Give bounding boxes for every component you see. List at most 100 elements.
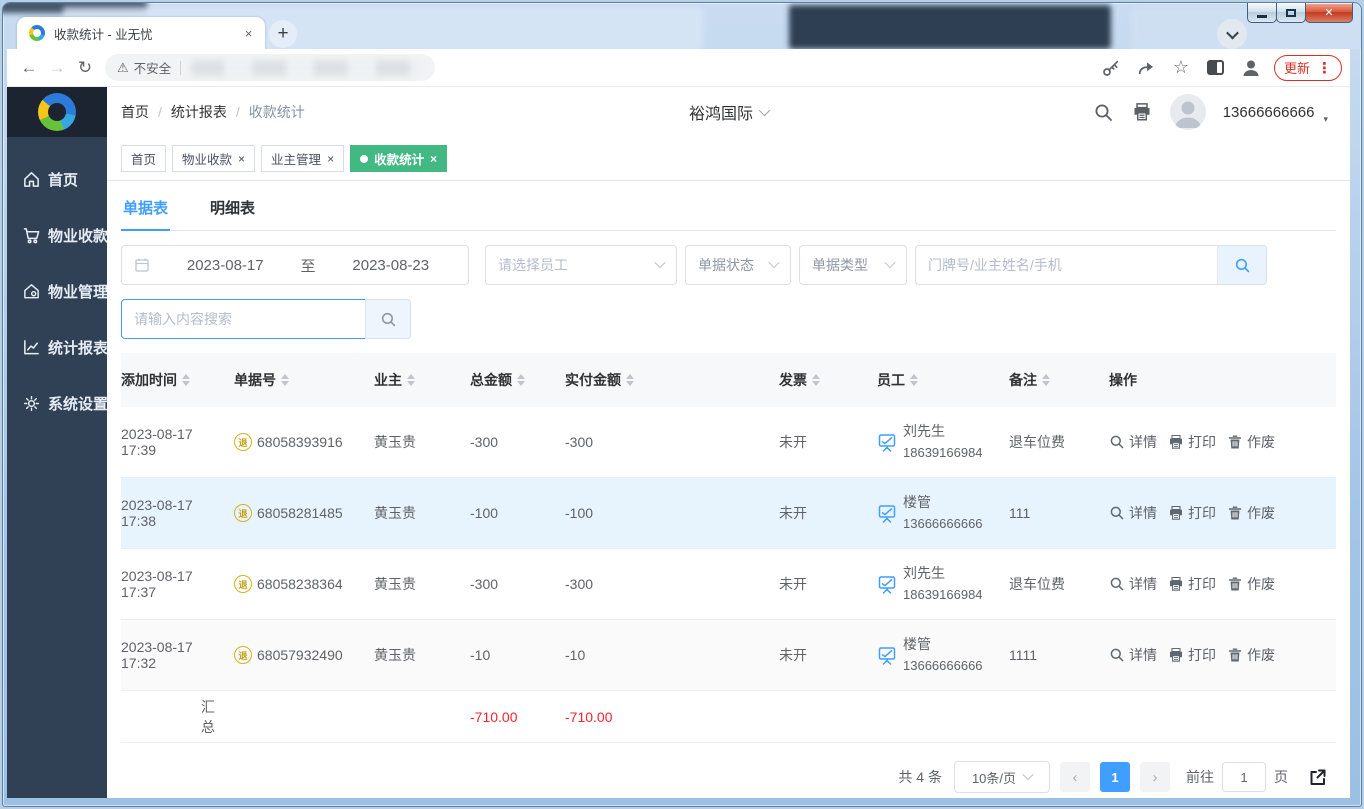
current-page-button[interactable]: 1 xyxy=(1100,762,1130,792)
sort-caret-icon[interactable] xyxy=(910,374,918,386)
bill-type-select[interactable]: 单据类型 xyxy=(799,245,907,285)
sidebar-item-property-manage[interactable]: 物业管理 xyxy=(7,263,107,319)
window-minimize-button[interactable] xyxy=(1247,3,1277,23)
column-header[interactable]: 添加时间 xyxy=(121,370,234,390)
sidebar-item-property-payment[interactable]: 物业收款 xyxy=(7,207,107,263)
sort-caret-icon[interactable] xyxy=(407,374,415,386)
address-bar[interactable]: ⚠ 不安全 xyxy=(105,54,435,81)
owner-search-button[interactable] xyxy=(1217,245,1267,285)
header-print-button[interactable] xyxy=(1131,101,1153,123)
owner-search-input[interactable] xyxy=(915,245,1217,285)
tag-close-icon[interactable]: × xyxy=(430,153,437,165)
tab-inactive[interactable]: 明细表 xyxy=(208,193,257,231)
sort-caret-icon[interactable] xyxy=(281,374,289,386)
column-header[interactable]: 总金额 xyxy=(470,370,565,390)
key-icon xyxy=(1102,59,1120,77)
bills-table: 添加时间 单据号 业主 总金额 实付金额 发票 员工 备注 操作 2023-08… xyxy=(121,353,1336,743)
browser-update-button[interactable]: 更新 ⋮ xyxy=(1274,55,1342,81)
cell-invoice: 未开 xyxy=(779,503,877,523)
sidebar-item-home[interactable]: 首页 xyxy=(7,151,107,207)
view-tag[interactable]: 物业收款 × xyxy=(172,145,255,172)
breadcrumb-item[interactable]: 首页 xyxy=(121,102,149,122)
print-button[interactable]: 打印 xyxy=(1168,432,1216,452)
page-size-select[interactable]: 10条/页 xyxy=(954,761,1050,793)
browser-tab[interactable]: 收款统计 - 业无忧 × xyxy=(17,17,265,49)
window-close-button[interactable]: ✕ xyxy=(1305,3,1353,23)
bill-status-select[interactable]: 单据状态 xyxy=(685,245,791,285)
keyword-search-input[interactable] xyxy=(121,299,365,339)
detail-button[interactable]: 详情 xyxy=(1109,645,1157,665)
side-panel-button[interactable] xyxy=(1204,56,1228,80)
community-selector[interactable]: 裕鸿国际 xyxy=(689,100,768,124)
sidebar-item-settings[interactable]: 系统设置 xyxy=(7,375,107,431)
magnifier-icon xyxy=(1109,434,1125,450)
column-header[interactable]: 发票 xyxy=(779,370,877,390)
breadcrumb-item[interactable]: 收款统计 xyxy=(249,102,305,122)
account-name[interactable]: 13666666666 xyxy=(1223,104,1315,121)
tab-active[interactable]: 单据表 xyxy=(121,193,170,231)
next-page-button[interactable]: › xyxy=(1140,762,1170,792)
tab-close-icon[interactable]: × xyxy=(240,25,257,42)
void-button[interactable]: 作废 xyxy=(1227,574,1275,594)
date-start[interactable]: 2023-08-17 xyxy=(160,257,291,274)
sidebar-item-report[interactable]: 统计报表 xyxy=(7,319,107,375)
employee-select[interactable]: 请选择员工 xyxy=(485,245,677,285)
tab-search-button[interactable] xyxy=(1217,19,1247,49)
tag-close-icon[interactable]: × xyxy=(238,153,245,165)
column-header[interactable]: 业主 xyxy=(374,370,470,390)
prev-page-button[interactable]: ‹ xyxy=(1060,762,1090,792)
password-key-button[interactable] xyxy=(1099,56,1123,80)
column-header[interactable]: 员工 xyxy=(877,370,1009,390)
cell-invoice: 未开 xyxy=(779,432,877,452)
forward-button[interactable]: → xyxy=(43,54,71,82)
sort-caret-icon[interactable] xyxy=(812,374,820,386)
view-tag[interactable]: 首页 xyxy=(121,145,166,172)
column-header[interactable]: 单据号 xyxy=(234,370,374,390)
export-button[interactable] xyxy=(1306,765,1330,789)
desktop-artifact xyxy=(789,5,1111,49)
avatar[interactable] xyxy=(1170,94,1206,130)
void-button[interactable]: 作废 xyxy=(1227,503,1275,523)
sort-caret-icon[interactable] xyxy=(626,374,634,386)
cell-total-amount: -100 xyxy=(470,505,565,521)
print-button[interactable]: 打印 xyxy=(1168,645,1216,665)
printer-icon xyxy=(1168,576,1184,592)
header-search-button[interactable] xyxy=(1092,101,1114,123)
tagbar: 首页 物业收款 × 业主管理 × 收款统计 × xyxy=(107,137,1350,181)
goto-page-input[interactable] xyxy=(1222,762,1266,792)
detail-button[interactable]: 详情 xyxy=(1109,574,1157,594)
browser-profile-button[interactable] xyxy=(1239,56,1263,80)
column-header[interactable]: 实付金额 xyxy=(565,370,779,390)
reload-button[interactable]: ↻ xyxy=(71,54,99,82)
date-end[interactable]: 2023-08-23 xyxy=(326,257,457,274)
void-button[interactable]: 作废 xyxy=(1227,645,1275,665)
sort-caret-icon[interactable] xyxy=(517,374,525,386)
print-button[interactable]: 打印 xyxy=(1168,503,1216,523)
bookmark-star-button[interactable]: ☆ xyxy=(1169,56,1193,80)
breadcrumb-item[interactable]: 统计报表 xyxy=(171,102,227,122)
keyword-search-button[interactable] xyxy=(365,299,411,339)
detail-button[interactable]: 详情 xyxy=(1109,432,1157,452)
search-icon xyxy=(1093,102,1113,122)
chevron-down-icon[interactable]: ▾ xyxy=(1323,114,1328,125)
tag-close-icon[interactable]: × xyxy=(327,153,334,165)
cell-total-amount: -300 xyxy=(470,434,565,450)
column-header[interactable]: 备注 xyxy=(1009,370,1109,390)
print-button[interactable]: 打印 xyxy=(1168,574,1216,594)
search-icon xyxy=(1234,257,1251,274)
new-tab-button[interactable]: + xyxy=(269,20,297,48)
window-maximize-button[interactable] xyxy=(1276,3,1306,23)
date-range-picker[interactable]: 2023-08-17 至 2023-08-23 xyxy=(121,245,469,285)
void-button[interactable]: 作废 xyxy=(1227,432,1275,452)
export-arrow-icon xyxy=(1307,766,1329,788)
back-button[interactable]: ← xyxy=(15,54,43,82)
view-tag[interactable]: 收款统计 × xyxy=(350,145,447,172)
sort-caret-icon[interactable] xyxy=(1042,374,1050,386)
view-tag[interactable]: 业主管理 × xyxy=(261,145,344,172)
sort-caret-icon[interactable] xyxy=(182,374,190,386)
browser-toolbar: ← → ↻ ⚠ 不安全 ☆ xyxy=(7,49,1350,87)
share-button[interactable] xyxy=(1134,56,1158,80)
detail-button[interactable]: 详情 xyxy=(1109,503,1157,523)
filters-row-2 xyxy=(121,299,1336,339)
column-header-label: 单据号 xyxy=(234,370,276,390)
